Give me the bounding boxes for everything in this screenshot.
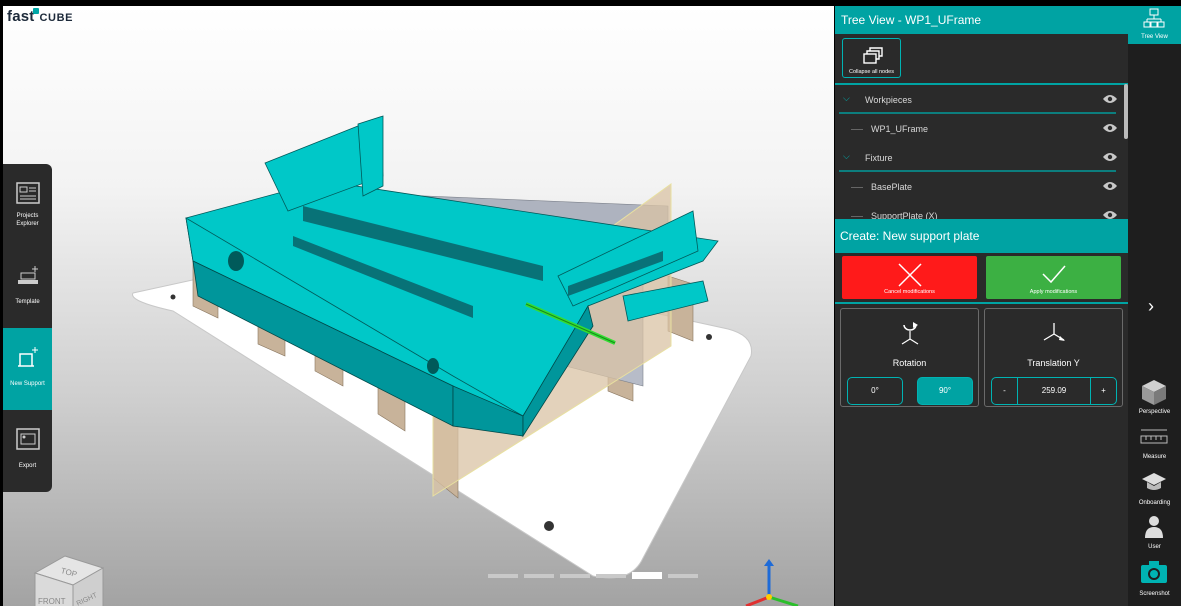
tree-view-panel: Tree View - WP1_UFrame Collapse all node…	[835, 6, 1128, 606]
translation-y-value[interactable]: 259.09	[1018, 378, 1090, 404]
3d-viewport[interactable]: fastCUBE TOP FRONT RIGHT ‹	[3, 6, 834, 606]
graduation-cap-icon	[1142, 473, 1166, 490]
fastcube-logo: fast CUBE	[7, 8, 74, 25]
step-indicator[interactable]	[524, 574, 554, 578]
screenshot-label: Screenshot	[1139, 591, 1170, 597]
eye-visibility-icon[interactable]	[1102, 94, 1118, 104]
collapse-all-label: Collapse all nodes	[849, 69, 894, 75]
step-indicator[interactable]	[560, 574, 590, 578]
rotation-icon	[901, 322, 919, 345]
rotation-0-button[interactable]: 0°	[847, 377, 903, 405]
tree-row-label: Fixture	[865, 153, 893, 163]
tree-view-button[interactable]: Tree View	[1128, 6, 1181, 44]
menu-export[interactable]: Export	[3, 410, 52, 492]
tree-row-label: SupportPlate (X)	[871, 211, 938, 219]
tree-connector	[851, 187, 863, 188]
apply-label: Apply modifications	[1029, 289, 1078, 295]
rotation-90-button[interactable]: 90°	[917, 377, 973, 405]
left-menu: Projects Explorer Template New Support E…	[3, 164, 52, 492]
new-support-icon	[18, 347, 38, 367]
tree-view-icon	[1143, 8, 1165, 28]
tree-row-supportplate[interactable]: SupportPlate (X)	[835, 201, 1120, 219]
tree-row-fixture[interactable]: ⌵ Fixture	[835, 143, 1120, 172]
eye-visibility-icon[interactable]	[1102, 181, 1118, 191]
eye-visibility-icon[interactable]	[1102, 123, 1118, 133]
tree-row-label: Workpieces	[865, 95, 912, 105]
collapse-all-nodes-button[interactable]: Collapse all nodes	[842, 38, 901, 78]
tree-row-label: WP1_UFrame	[871, 124, 929, 134]
tree-row-baseplate[interactable]: BasePlate	[835, 172, 1120, 201]
measure-label: Measure	[1142, 454, 1167, 460]
axis-triad	[745, 559, 799, 606]
tree-row-wp1-uframe[interactable]: WP1_UFrame	[835, 114, 1120, 143]
decrement-button[interactable]: -	[992, 378, 1018, 404]
right-toolbar: Tree View › Perspective Measure Onboardi…	[1128, 6, 1181, 606]
menu-template[interactable]: Template	[3, 246, 52, 328]
tree-row-label: BasePlate	[871, 182, 913, 192]
cancel-modifications-button[interactable]: Cancel modifications	[842, 256, 977, 299]
menu-projects-label-1: Projects	[16, 213, 39, 219]
close-x-icon	[898, 263, 922, 287]
divider	[835, 302, 1128, 304]
create-panel-title: Create: New support plate	[835, 219, 1128, 253]
tree-connector	[851, 129, 863, 130]
user-label: User	[1148, 544, 1161, 550]
eye-visibility-icon[interactable]	[1102, 210, 1118, 219]
chevron-down-icon[interactable]: ⌵	[843, 151, 850, 162]
tree-row-workpieces[interactable]: ⌵ Workpieces	[835, 85, 1120, 114]
step-indicator[interactable]	[488, 574, 518, 578]
tree-view-label: Tree View	[1141, 34, 1168, 40]
template-icon	[18, 266, 38, 284]
viewcube-front-label: FRONT	[38, 597, 66, 606]
measure-ruler-icon	[1140, 429, 1168, 444]
camera-icon	[1141, 561, 1167, 583]
chevron-down-icon[interactable]: ⌵	[843, 93, 850, 104]
step-indicator[interactable]	[596, 574, 626, 578]
nav-right-arrow[interactable]: ›	[1148, 296, 1154, 317]
tree-view-title: Tree View - WP1_UFrame	[835, 6, 1128, 34]
perspective-label: Perspective	[1138, 409, 1171, 415]
translation-title: Translation Y	[1027, 358, 1080, 368]
rotation-control: Rotation 0° 90°	[840, 308, 979, 407]
onboarding-button[interactable]: Onboarding	[1128, 469, 1181, 513]
measure-button[interactable]: Measure	[1128, 424, 1181, 468]
eye-visibility-icon[interactable]	[1102, 152, 1118, 162]
apply-modifications-button[interactable]: Apply modifications	[986, 256, 1121, 299]
tree-list: ⌵ Workpieces WP1_UFrame ⌵ Fixture BasePl…	[835, 83, 1128, 219]
onboarding-label: Onboarding	[1138, 500, 1171, 506]
menu-new-support[interactable]: New Support	[3, 328, 52, 410]
screenshot-button[interactable]: Screenshot	[1128, 558, 1181, 602]
menu-template-label: Template	[15, 299, 40, 305]
step-indicator[interactable]	[668, 574, 698, 578]
increment-button[interactable]: +	[1090, 378, 1116, 404]
checkmark-icon	[1042, 265, 1066, 284]
rotation-title: Rotation	[892, 358, 927, 368]
menu-projects-label-2: Explorer	[16, 221, 39, 227]
translation-y-control: Translation Y - 259.09 +	[984, 308, 1123, 407]
export-icon	[16, 428, 40, 450]
perspective-cube-icon	[1142, 380, 1166, 405]
view-cube[interactable]: TOP FRONT RIGHT	[31, 551, 111, 606]
user-button[interactable]: User	[1128, 513, 1181, 557]
translation-y-stepper: - 259.09 +	[991, 377, 1117, 405]
collapse-nodes-icon	[863, 47, 883, 64]
translation-axis-icon	[1043, 323, 1065, 341]
user-icon	[1145, 516, 1163, 538]
fixture-3d-model[interactable]	[3, 6, 834, 606]
menu-projects-explorer[interactable]: Projects Explorer	[3, 164, 52, 246]
projects-explorer-icon	[16, 182, 40, 204]
cancel-label: Cancel modifications	[884, 289, 935, 295]
menu-new-support-label: New Support	[10, 381, 45, 387]
menu-export-label: Export	[18, 463, 37, 469]
perspective-button[interactable]: Perspective	[1128, 378, 1181, 422]
tree-connector	[851, 216, 863, 217]
step-indicator[interactable]	[632, 572, 662, 579]
